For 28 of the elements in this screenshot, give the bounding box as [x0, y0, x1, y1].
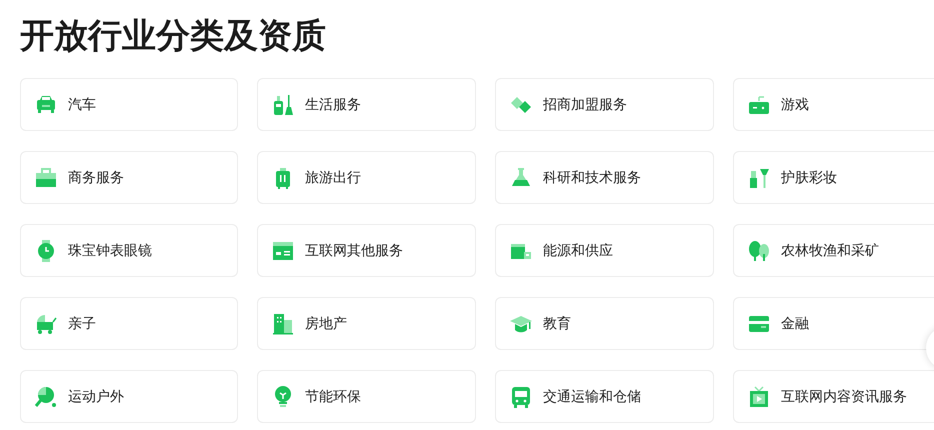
- category-card[interactable]: 商务服务: [20, 151, 238, 204]
- buildings-icon: [271, 312, 295, 336]
- category-card[interactable]: 房地产: [257, 297, 476, 350]
- category-card[interactable]: 运动户外: [20, 370, 238, 423]
- category-card[interactable]: 珠宝钟表眼镜: [20, 224, 238, 277]
- category-card[interactable]: 农林牧渔和采矿: [733, 224, 934, 277]
- bottle-broom-icon: [271, 92, 295, 116]
- category-card[interactable]: 互联网其他服务: [257, 224, 476, 277]
- category-card[interactable]: 交通运输和仓储: [495, 370, 714, 423]
- category-card[interactable]: 招商加盟服务: [495, 78, 714, 131]
- category-card[interactable]: 生活服务: [257, 78, 476, 131]
- page-title: 开放行业分类及资质: [20, 16, 327, 57]
- category-card[interactable]: 能源和供应: [495, 224, 714, 277]
- category-card[interactable]: 科研和技术服务: [495, 151, 714, 204]
- category-card[interactable]: 汽车: [20, 78, 238, 131]
- trees-icon: [747, 238, 771, 262]
- category-card[interactable]: 亲子: [20, 297, 238, 350]
- category-card[interactable]: 教育: [495, 297, 714, 350]
- category-card[interactable]: 金融: [733, 297, 934, 350]
- toolbox-icon: [34, 166, 58, 190]
- category-card[interactable]: 护肤彩妆: [733, 151, 934, 204]
- bus-icon: [509, 384, 533, 408]
- paddle-icon: [34, 384, 58, 408]
- category-card[interactable]: 游戏: [733, 78, 934, 131]
- tv-icon: [747, 384, 771, 408]
- category-card[interactable]: 旅游出行: [257, 151, 476, 204]
- category-card[interactable]: 互联网内容资讯服务: [733, 370, 934, 423]
- category-card[interactable]: 节能环保: [257, 370, 476, 423]
